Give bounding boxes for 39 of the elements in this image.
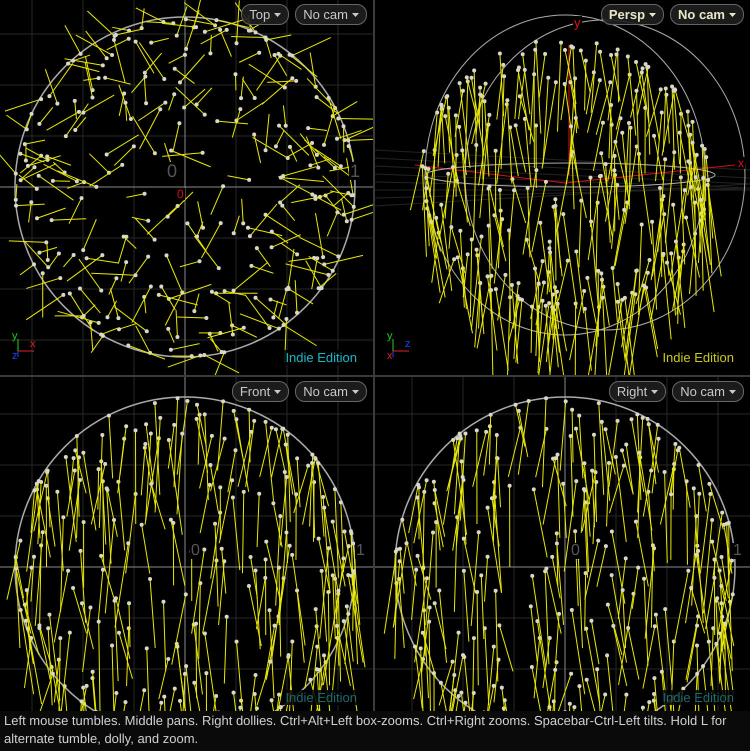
caret-icon [352,390,359,394]
edition-watermark: Indie Edition [283,350,359,365]
axis-letter: z [405,339,410,350]
camera-dropdown[interactable]: No cam [670,4,744,25]
navigation-hint: Left mouse tumbles. Middle pans. Right dollies. Ctrl+Alt+Left box-zooms. Ctrl+Right zooms. Spacebar-Ctrl-Left tilts. Hold L for alternate tumble, dolly, and zoom. [0,711,750,751]
view-dropdown[interactable]: Front [232,381,290,402]
view-dropdown[interactable]: Right [608,381,666,402]
viewport-pane[interactable]: y x y z x Persp No cam Indie Edition [375,0,750,375]
view-dropdown[interactable]: Persp [600,4,664,25]
camera-dropdown[interactable]: No cam [295,381,367,402]
caret-icon [352,12,359,16]
edition-watermark: Indie Edition [660,690,736,705]
axis-letter: y [387,331,392,342]
caret-icon [729,390,736,394]
axis-label: 0 [166,162,178,180]
camera-dropdown[interactable]: No cam [672,381,744,402]
axis-letter: z [12,351,18,362]
axis-label: y [573,16,582,29]
edition-watermark: Indie Edition [283,690,359,705]
caret-icon [274,390,282,394]
axis-letter: x [387,351,392,362]
viewport-pane[interactable]: 0 1 Right No cam Indie Edition [375,377,750,711]
axis-label: 1 [349,162,362,180]
camera-dropdown[interactable]: No cam [295,4,367,25]
axis-letter: x [30,339,36,350]
caret-icon [649,12,656,16]
viewport-pane[interactable]: 0 1 Front No cam Indie Edition [0,377,373,711]
axis-label: 0 [570,543,581,559]
axis-letter: y [12,331,18,342]
viewport-pane[interactable]: 0 1 0 y x z Top No cam Indie Edition [0,0,373,375]
axis-label: 1 [732,543,743,559]
view-dropdown[interactable]: Top [241,4,290,25]
caret-icon [274,12,282,16]
axis-label: 0 [190,543,201,559]
axis-label: 0 [176,188,185,200]
axis-label: 1 [355,543,366,559]
axis-label: x [737,157,745,169]
caret-icon [651,390,658,394]
caret-icon [729,12,736,16]
